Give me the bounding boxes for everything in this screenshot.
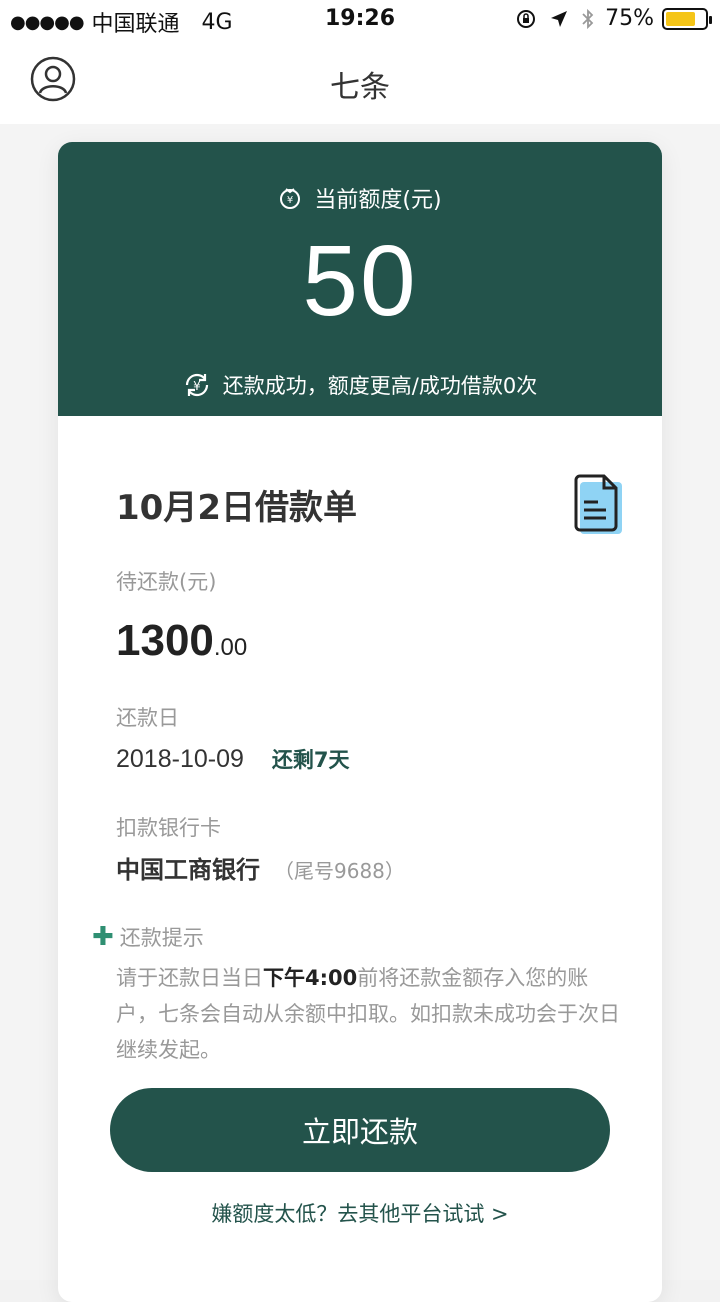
rotation-lock-icon xyxy=(517,9,536,28)
status-right: 75% xyxy=(515,6,712,31)
status-bar: ●●●●● 中国联通 4G 19:26 75% xyxy=(0,0,720,40)
repay-now-button[interactable]: 立即还款 xyxy=(110,1088,610,1172)
days-remaining: 还剩7天 xyxy=(271,748,350,772)
svg-text:¥: ¥ xyxy=(287,195,293,206)
quota-label: 当前额度(元) xyxy=(314,188,442,213)
due-date-row: 2018-10-09 还剩7天 xyxy=(116,744,350,774)
date-label: 还款日 xyxy=(116,706,179,730)
yuan-cycle-icon: ¥ xyxy=(185,373,208,397)
nav-bar: 七条 xyxy=(0,40,720,124)
loan-card: ¥ 当前额度(元) 50 ¥ 还款成功，额度更高/成功借款0次 10月2日借款单 xyxy=(58,142,662,1302)
battery-percent: 75% xyxy=(605,6,654,31)
tip-text-deadline: 下午4:00 xyxy=(263,966,358,990)
quota-header: ¥ 当前额度(元) 50 ¥ 还款成功，额度更高/成功借款0次 xyxy=(58,142,662,416)
quota-label-row: ¥ 当前额度(元) xyxy=(58,182,662,214)
location-arrow-icon xyxy=(551,10,568,27)
money-bag-icon: ¥ xyxy=(280,188,301,209)
tip-title: 还款提示 xyxy=(119,926,204,950)
tip-header: ✚ 还款提示 xyxy=(92,922,204,952)
bank-name: 中国工商银行 xyxy=(116,856,260,884)
due-date: 2018-10-09 xyxy=(116,745,244,773)
page-title: 七条 xyxy=(330,70,390,105)
svg-text:¥: ¥ xyxy=(193,379,201,393)
plus-icon: ✚ xyxy=(92,922,114,952)
bank-row: 中国工商银行 （尾号9688） xyxy=(116,850,405,885)
due-label: 待还款(元) xyxy=(116,570,217,594)
bluetooth-icon xyxy=(582,8,594,29)
due-amount-integer: 1300 xyxy=(116,616,214,665)
card-tail-number: （尾号9688） xyxy=(274,859,405,883)
quota-note: 还款成功，额度更高/成功借款0次 xyxy=(222,374,538,398)
battery-fill xyxy=(666,11,695,26)
bill-title: 10月2日借款单 xyxy=(116,488,357,528)
tip-text: 请于还款日当日下午4:00前将还款金额存入您的账户，七条会自动从余额中扣取。如扣… xyxy=(116,960,626,1068)
bank-label: 扣款银行卡 xyxy=(116,816,221,840)
quota-value: 50 xyxy=(302,225,418,337)
due-amount-decimal: .00 xyxy=(213,634,248,661)
due-amount: 1300.00 xyxy=(116,616,247,666)
battery-icon xyxy=(662,7,712,30)
document-icon[interactable] xyxy=(572,474,624,536)
other-platform-link[interactable]: 嫌额度太低？去其他平台试试 > xyxy=(58,1198,662,1228)
tip-text-pre: 请于还款日当日 xyxy=(116,966,263,990)
quota-note-row: ¥ 还款成功，额度更高/成功借款0次 xyxy=(58,370,662,400)
